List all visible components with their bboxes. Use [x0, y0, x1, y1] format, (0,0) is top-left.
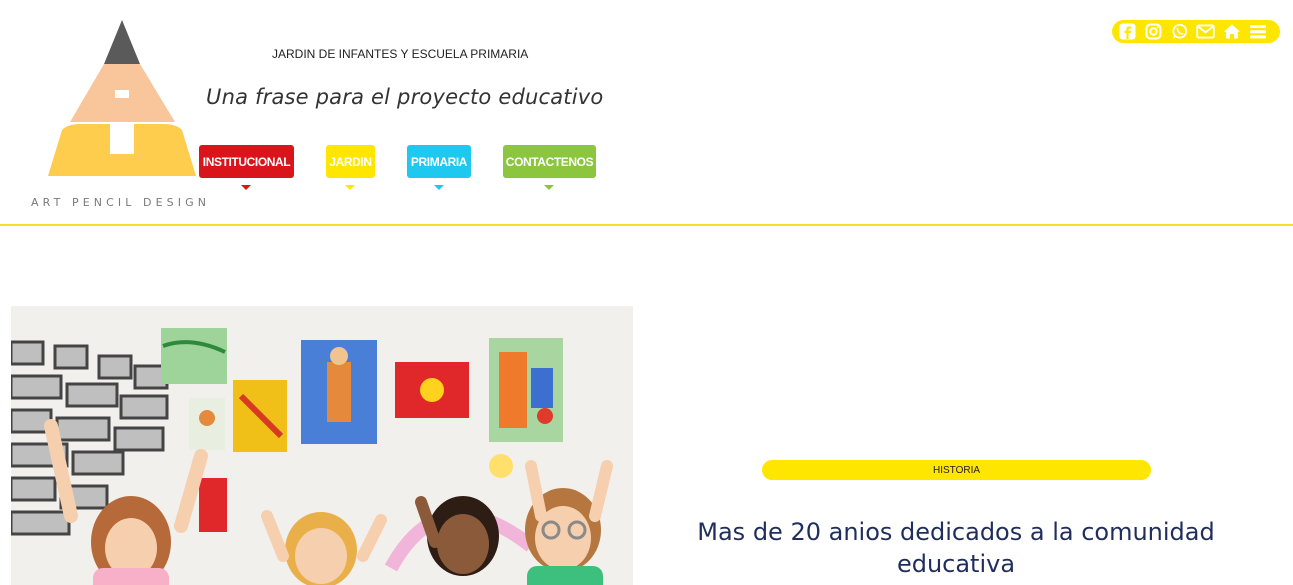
- nav-jardin-arrow-icon: [345, 185, 355, 190]
- nav-contactenos-arrow-icon: [544, 185, 554, 190]
- nav-jardin[interactable]: JARDIN: [326, 145, 375, 178]
- tagline: Una frase para el proyecto educativo: [206, 85, 604, 109]
- hero-headline: Mas de 20 anios dedicados a la comunidad…: [697, 518, 1215, 578]
- nav-primaria-arrow-icon: [434, 185, 444, 190]
- site-header: ART PENCIL DESIGN JARDIN DE INFANTES Y E…: [0, 0, 1293, 226]
- section-label-badge: HISTORIA: [762, 460, 1151, 480]
- instagram-icon[interactable]: [1144, 22, 1163, 41]
- logo-wordmark: ART PENCIL DESIGN: [31, 196, 211, 209]
- whatsapp-icon[interactable]: [1170, 22, 1189, 41]
- menu-icon[interactable]: [1248, 22, 1267, 41]
- nav-institucional[interactable]: INSTITUCIONAL: [199, 145, 294, 178]
- home-icon[interactable]: [1222, 22, 1241, 41]
- nav-contactenos[interactable]: CONTACTENOS: [503, 145, 596, 178]
- pencil-logo-icon[interactable]: [30, 14, 220, 214]
- nav-institucional-arrow-icon: [241, 185, 251, 190]
- children-raising-hands-photo: [11, 306, 633, 585]
- mail-icon[interactable]: [1196, 22, 1215, 41]
- social-bar: [1112, 20, 1280, 43]
- school-title: JARDIN DE INFANTES Y ESCUELA PRIMARIA: [272, 47, 529, 61]
- facebook-icon[interactable]: [1118, 22, 1137, 41]
- nav-primaria[interactable]: PRIMARIA: [407, 145, 471, 178]
